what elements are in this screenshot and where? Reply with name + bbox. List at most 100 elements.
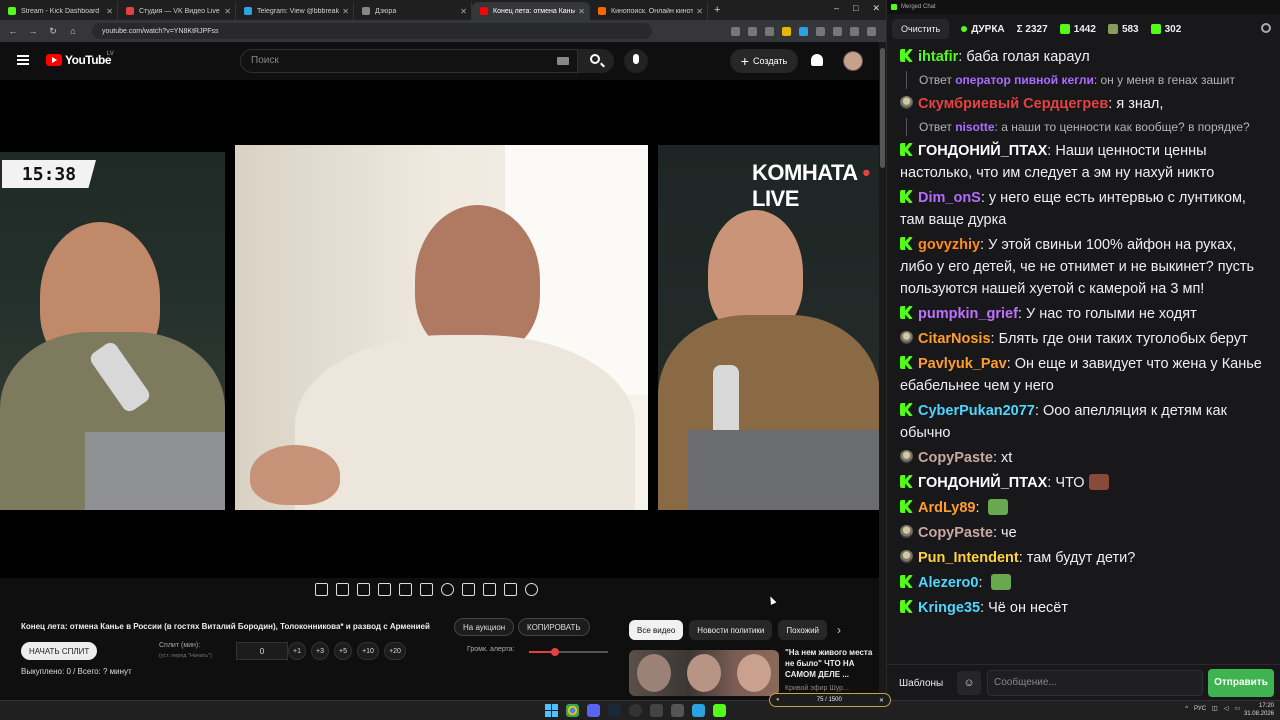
auction-button[interactable]: На аукцион [454, 618, 515, 636]
camera-icon[interactable] [483, 583, 496, 596]
reply-nick[interactable]: nisotte [955, 120, 994, 134]
filter-chip[interactable]: Новости политики [689, 620, 773, 640]
chat-username[interactable]: Kringe35 [918, 600, 980, 616]
pip-icon[interactable] [357, 583, 370, 596]
tab-close-icon[interactable]: ✕ [578, 7, 585, 16]
chat-username[interactable]: ГОНДОНИЙ_ПТАХ [918, 475, 1047, 491]
increment-button[interactable]: +20 [384, 642, 406, 660]
chat-username[interactable]: CopyPaste [918, 525, 993, 541]
avatar[interactable] [843, 51, 863, 71]
emoji-icon[interactable]: ☺ [957, 671, 981, 695]
profile-icon[interactable] [850, 26, 859, 36]
templates-button[interactable]: Шаблоны [893, 671, 949, 695]
minimize-button[interactable]: – [834, 3, 839, 14]
extension-icon[interactable] [816, 26, 825, 36]
new-tab-button[interactable]: + [714, 4, 720, 16]
app-icon[interactable] [713, 704, 726, 717]
alert-volume-knob[interactable] [551, 648, 560, 656]
send-button[interactable]: Отправить [1208, 669, 1274, 697]
clock[interactable]: 17:20 31.08.2026 [1244, 702, 1274, 718]
message-input[interactable]: Сообщение... [987, 670, 1203, 696]
start-split-button[interactable]: НАЧАТЬ СПЛИТ [21, 642, 98, 660]
page-scrollbar[interactable] [879, 42, 886, 700]
tab-close-icon[interactable]: ✕ [224, 7, 231, 16]
discord-icon[interactable] [587, 704, 600, 717]
filter-chip[interactable]: Похожий [778, 620, 828, 640]
recommended-title[interactable]: "На нем живого места не было" ЧТО НА САМ… [785, 647, 880, 680]
tab-close-icon[interactable]: ✕ [342, 7, 349, 16]
filter-chip[interactable]: Все видео [629, 620, 684, 640]
hamburger-menu-icon[interactable] [17, 55, 29, 65]
browser-tab[interactable]: Кинопоиск. Онлайн кинотеатр✕ [590, 2, 708, 20]
keyboard-icon[interactable] [557, 57, 569, 65]
chat-username[interactable]: ArdLy89 [918, 500, 975, 516]
chat-username[interactable]: ihtafir [918, 49, 958, 65]
extension-icon[interactable] [799, 26, 808, 36]
theater-icon[interactable] [420, 583, 433, 596]
chat-username[interactable]: pumpkin_grief [918, 306, 1018, 322]
chips-next-icon[interactable]: › [837, 623, 841, 637]
star-icon[interactable] [765, 26, 774, 36]
volume-icon[interactable]: ◁ [1224, 705, 1229, 712]
cast-icon[interactable] [748, 26, 757, 36]
increment-button[interactable]: +1 [288, 642, 306, 660]
add-icon[interactable] [462, 583, 475, 596]
browser-tab[interactable]: Студия — VK Видео Live ✕ [118, 2, 236, 20]
recommended-thumbnail[interactable] [629, 650, 779, 696]
close-window-button[interactable]: ✕ [872, 3, 880, 14]
chat-username[interactable]: CopyPaste [918, 450, 993, 466]
steam-icon[interactable] [608, 704, 621, 717]
app-icon[interactable] [692, 704, 705, 717]
notifications-bell-icon[interactable] [811, 54, 823, 66]
recommended-channel[interactable]: Кривой эфир Шур... [785, 685, 849, 692]
app-icon[interactable] [671, 704, 684, 717]
broadcast-icon[interactable] [336, 583, 349, 596]
browser-tab[interactable]: Stream - Kick Dashboard ✕ [0, 2, 118, 20]
browser-tab[interactable]: Конец лета: отмена Канье ✕ [472, 2, 590, 20]
menu-dots-icon[interactable] [867, 26, 876, 36]
speed-icon[interactable] [441, 583, 454, 596]
voice-search-icon[interactable] [624, 49, 648, 73]
obs-icon[interactable] [629, 704, 642, 717]
chat-username[interactable]: Скумбриевый Сердцегрев [918, 96, 1108, 112]
stream-overlay-pill[interactable]: ● 75 / 1500 ✕ [769, 693, 891, 707]
home-icon[interactable]: ⌂ [66, 26, 80, 36]
zoom-icon[interactable] [731, 26, 740, 36]
chat-username[interactable]: CitarNosis [918, 331, 991, 347]
extension-icon[interactable] [782, 26, 791, 36]
chat-username[interactable]: govyzhiy [918, 237, 980, 253]
tab-close-icon[interactable]: ✕ [696, 7, 703, 16]
browser-tab[interactable]: Telegram: View @bbbreaking ✕ [236, 2, 354, 20]
tab-close-icon[interactable]: ✕ [460, 7, 467, 16]
chat-username[interactable]: ГОНДОНИЙ_ПТАХ [918, 143, 1047, 159]
create-button[interactable]: + Создать [730, 49, 798, 73]
chat-username[interactable]: Pun_Intendent [918, 550, 1019, 566]
flask-icon[interactable] [504, 583, 517, 596]
settings-gear-icon[interactable] [1261, 23, 1271, 33]
gear-icon[interactable] [525, 583, 538, 596]
language-indicator[interactable]: РУС [1194, 706, 1206, 712]
forward-icon[interactable]: → [26, 26, 40, 36]
search-input[interactable]: Поиск [240, 49, 578, 73]
tray-chevron-icon[interactable]: ^ [1185, 706, 1188, 712]
tab-close-icon[interactable]: ✕ [106, 7, 113, 16]
app-icon[interactable] [650, 704, 663, 717]
increment-button[interactable]: +10 [357, 642, 379, 660]
clear-chat-button[interactable]: Очистить [892, 19, 950, 39]
search-button[interactable] [578, 49, 614, 73]
chat-username[interactable]: Alezero0 [918, 575, 978, 591]
battery-icon[interactable]: ▭ [1234, 705, 1240, 712]
scrollbar-thumb[interactable] [880, 48, 885, 168]
browser-tab[interactable]: Дзюра ✕ [354, 2, 472, 20]
overlay-close-icon[interactable]: ✕ [879, 697, 884, 704]
chat-username[interactable]: Pavlyuk_Pav [918, 356, 1007, 372]
windows-start-icon[interactable] [545, 704, 558, 717]
youtube-logo-icon[interactable] [46, 54, 62, 66]
youtube-logo-text[interactable]: YouTube [65, 53, 112, 67]
clapper-icon[interactable] [378, 583, 391, 596]
network-icon[interactable]: ◫ [1212, 705, 1218, 712]
chat-username[interactable]: Dim_onS [918, 190, 981, 206]
split-minutes-input[interactable]: 0 [236, 642, 288, 660]
loop-icon[interactable] [315, 583, 328, 596]
chrome-icon[interactable] [566, 704, 579, 717]
